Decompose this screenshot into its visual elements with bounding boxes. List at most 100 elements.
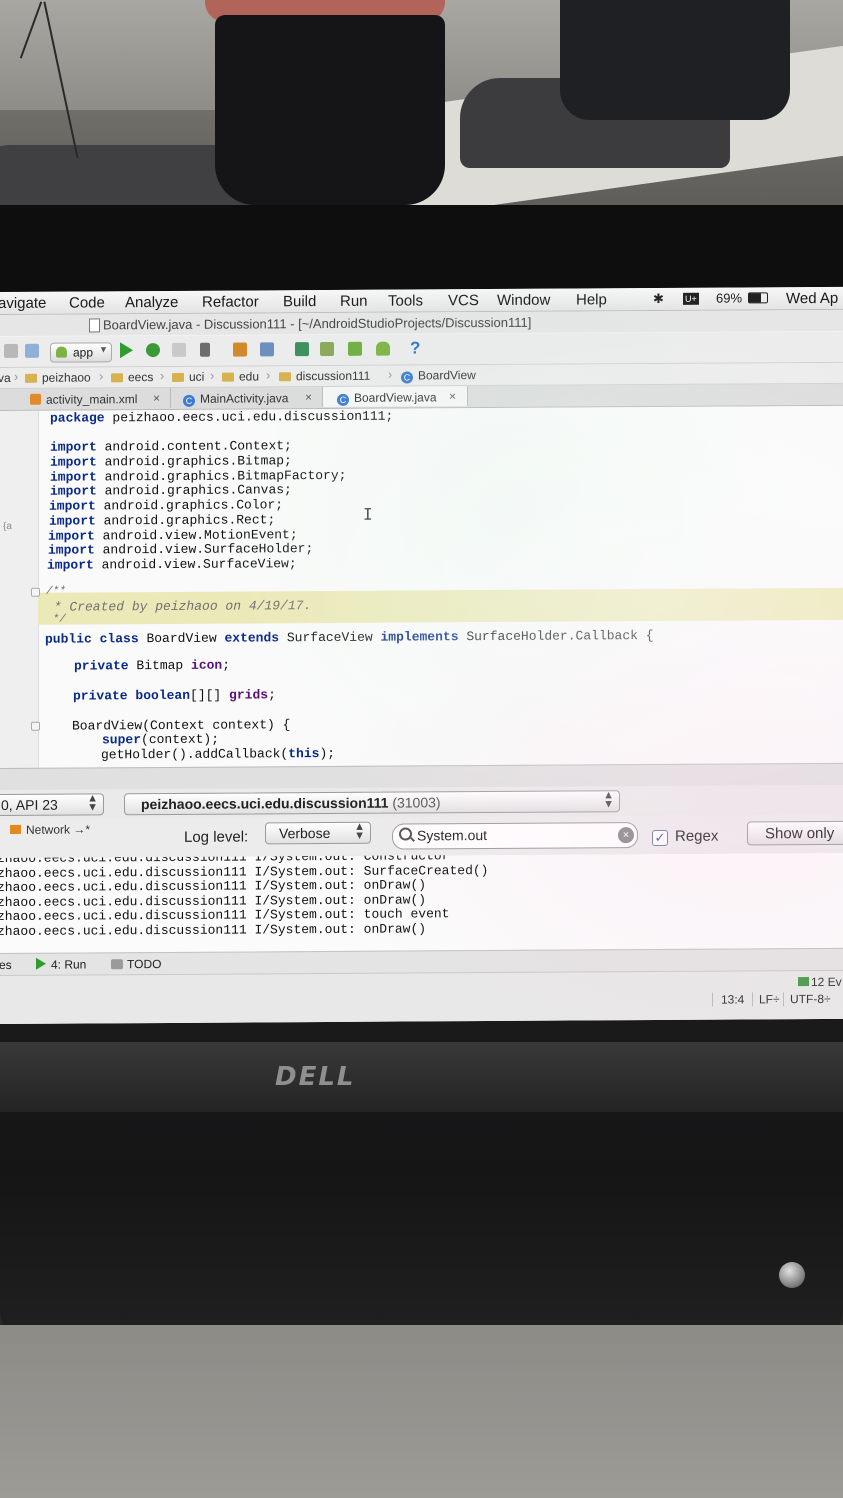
menu-run[interactable]: Run [340,293,368,310]
log-level-label: Log level: [184,828,249,846]
event-log[interactable]: 12 Ev [798,975,842,989]
menu-navigate[interactable]: avigate [0,295,46,312]
keyword: import [48,542,95,558]
close-icon[interactable]: × [305,390,312,404]
close-icon[interactable]: × [153,391,160,405]
code-line-import: import android.graphics.Color; [49,497,283,513]
package-name: peizhaoo.eecs.uci.edu.discussion111; [104,408,394,426]
tab-network[interactable]: Network →* [10,822,90,844]
power-button[interactable] [779,1262,805,1288]
android-monitor-icon[interactable] [376,341,390,356]
menu-build[interactable]: Build [283,293,316,310]
breadcrumb-separator: › [388,366,393,382]
clear-icon[interactable]: × [618,827,634,844]
breadcrumb-separator: › [210,367,215,383]
code-line-import: import android.view.SurfaceHolder; [48,541,313,558]
logcat-output[interactable]: zhaoo.eecs.uci.edu.discussion111 I/Syste… [0,852,843,953]
run-config-select[interactable]: app ▼ [50,342,112,363]
tool-window-run[interactable]: 4: Run [36,957,87,972]
breadcrumb-item[interactable]: discussion111 [279,369,370,384]
bluetooth-icon[interactable]: ✱ [653,291,664,307]
fold-toggle[interactable] [31,721,40,731]
show-only-select[interactable]: Show only [747,820,843,846]
tool-window-label: 4: Run [51,957,87,972]
stop-icon[interactable] [200,342,210,357]
run-icon[interactable] [120,342,133,359]
chevron-updown-icon: ▲ ▼ [354,820,365,842]
breadcrumb-item[interactable]: uci [172,370,204,384]
semicolon: ; [222,657,231,673]
chevron-updown-icon: ▲ ▼ [87,792,98,814]
gradle-sync-icon[interactable] [295,342,309,357]
avd-manager-icon[interactable] [320,341,334,357]
close-icon[interactable]: × [449,389,456,403]
class-icon: C [183,394,195,407]
code-line-field: private boolean[][] grids; [73,687,276,703]
input-source-icon[interactable]: U+ [683,292,699,305]
pin-arrow-icon: →* [73,822,91,837]
line-separator[interactable]: LF÷ [752,992,780,1007]
regex-checkbox[interactable]: ✓ [652,829,668,847]
toolbar-icon[interactable] [4,343,18,358]
caret-position[interactable]: 13:4 [712,992,745,1007]
keyword: public [45,631,92,647]
person [215,15,445,205]
breadcrumb-item[interactable]: edu [222,369,259,384]
window-title: BoardView.java - Discussion111 - [~/Andr… [103,314,532,333]
run-icon [36,957,46,970]
file-encoding[interactable]: UTF-8÷ [783,991,831,1007]
debug-icon[interactable] [146,343,160,358]
menu-vcs[interactable]: VCS [448,292,479,309]
code-editor[interactable]: {a package peizhaoo.eecs.uci.edu.discuss… [0,405,843,768]
tool-window-tab[interactable]: es [0,958,12,972]
menu-code[interactable]: Code [69,294,105,311]
import-path: android.graphics.Color; [103,497,284,514]
field-name: icon [191,657,223,673]
fold-toggle[interactable] [31,587,40,597]
breadcrumb-lead[interactable]: va [0,371,11,385]
menu-tools[interactable]: Tools [388,292,423,309]
menu-refactor[interactable]: Refactor [202,293,259,310]
menu-analyze[interactable]: Analyze [125,294,178,311]
make-project-icon[interactable] [25,343,39,358]
clock[interactable]: Wed Ap [786,290,838,307]
interface-name: SurfaceHolder.Callback { [458,628,654,645]
log-level-select[interactable]: Verbose ▲ ▼ [265,820,371,845]
breadcrumb-label: BoardView [418,368,476,383]
keyword: this [288,746,320,762]
tool-window-todo[interactable]: TODO [111,957,161,971]
regex-label: Regex [675,827,719,845]
tab-boardview-java[interactable]: C BoardView.java × [322,386,468,408]
background-room [0,0,843,215]
breadcrumb-label: peizhaoo [42,370,91,385]
structure-icon[interactable] [260,342,274,357]
call-end: ); [319,745,336,762]
keyword: private [73,688,128,704]
breadcrumb-item[interactable]: peizhaoo [25,370,91,385]
keyword: import [50,439,97,455]
breadcrumb-item[interactable]: eecs [111,370,153,384]
keyword: private [74,658,129,674]
tab-activity-main-xml[interactable]: activity_main.xml × [0,387,171,409]
menu-window[interactable]: Window [497,292,550,309]
desk [0,1325,843,1498]
tab-mainactivity-java[interactable]: C MainActivity.java × [170,387,323,408]
code-line-package: package peizhaoo.eecs.uci.edu.discussion… [50,409,393,426]
device-select[interactable]: 0, API 23 ▲ ▼ [0,792,104,817]
help-icon[interactable]: ? [410,338,420,358]
logcat-filter-input[interactable]: System.out × [392,822,638,850]
folder-icon [222,372,234,382]
process-select[interactable]: peizhaoo.eecs.uci.edu.discussion111 (310… [124,789,620,816]
menu-help[interactable]: Help [576,291,607,308]
battery-icon[interactable] [748,292,768,304]
dell-logo: DELL [275,1062,356,1092]
sdk-manager-icon[interactable] [348,341,362,356]
logcat-toolbar: Network →* Log level: Verbose ▲ ▼ System.… [0,814,843,859]
breadcrumb-separator: › [99,368,104,384]
attach-debugger-icon[interactable] [172,342,186,357]
import-path: android.view.SurfaceHolder; [102,541,314,558]
sync-icon[interactable] [233,342,247,357]
code-line-import: import android.graphics.Canvas; [50,482,292,498]
android-icon [56,346,67,358]
breadcrumb-item[interactable]: C BoardView [401,368,476,384]
